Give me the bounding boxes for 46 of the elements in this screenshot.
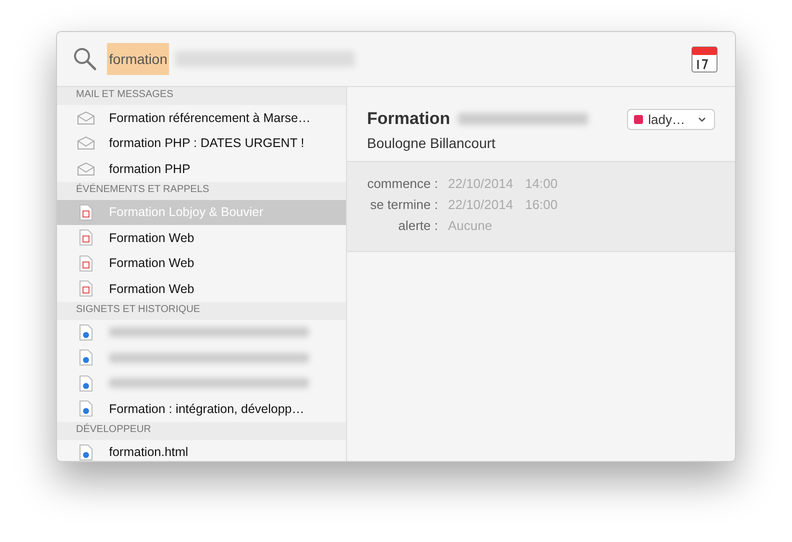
document-icon: [77, 229, 95, 246]
result-title: formation PHP : DATES URGENT !: [109, 136, 304, 150]
field-value: 22/10/2014: [448, 197, 514, 212]
chevron-icon: [698, 116, 706, 122]
document-icon: [77, 374, 95, 392]
result-title: Formation : intégration, développ…: [109, 402, 304, 416]
section-header: DÉVELOPPEUR: [57, 422, 346, 440]
field-value: 22/10/2014: [448, 176, 514, 191]
document-icon: [77, 204, 95, 221]
calendar-icon: [691, 44, 719, 74]
document-icon: [77, 349, 95, 366]
result-title: Formation Web: [109, 282, 194, 296]
document-icon: [77, 324, 95, 341]
field-label: se termine :: [369, 197, 438, 212]
search-query[interactable]: formation: [107, 43, 170, 75]
envelope-icon: [77, 110, 95, 125]
result-title: formation PHP: [109, 162, 190, 176]
section-header: MAIL ET MESSAGES: [57, 87, 346, 105]
document-icon: [77, 280, 95, 298]
result-title: Formation Web: [109, 230, 194, 245]
field-label: alerte :: [397, 218, 438, 233]
event-title: Formation: [367, 109, 450, 129]
envelope-icon: [77, 162, 95, 176]
document-icon: [77, 254, 95, 272]
result-title: Formation référencement à Marse…: [109, 110, 310, 125]
search-icon: [73, 47, 97, 71]
result-item[interactable]: Formation Web: [57, 225, 346, 250]
event-location: Boulogne Billancourt: [367, 135, 496, 151]
field-time: 14:00: [525, 176, 558, 191]
envelope-icon: [77, 136, 95, 150]
result-item[interactable]: Formation : intégration, développ…: [57, 396, 346, 422]
section-header: ÉVÉNEMENTS ET RAPPELS: [57, 182, 346, 200]
result-item[interactable]: formation.html: [57, 440, 346, 461]
result-title: Formation Web: [109, 256, 194, 270]
calendar-dropdown[interactable]: lady…: [627, 109, 715, 130]
result-title: formation.html: [109, 445, 188, 460]
section-header: SIGNETS ET HISTORIQUE: [57, 302, 346, 320]
field-label: commence :: [366, 176, 438, 191]
document-icon: [77, 400, 95, 418]
result-item[interactable]: Formation Web: [57, 276, 346, 302]
field-value: Aucune: [448, 218, 492, 233]
result-item[interactable]: Formation référencement à Marse…: [57, 105, 346, 130]
result-item[interactable]: formation PHP : DATES URGENT !: [57, 130, 346, 156]
result-item[interactable]: Formation Web: [57, 250, 346, 276]
field-time: 16:00: [525, 197, 558, 212]
result-item[interactable]: formation PHP: [57, 156, 346, 182]
